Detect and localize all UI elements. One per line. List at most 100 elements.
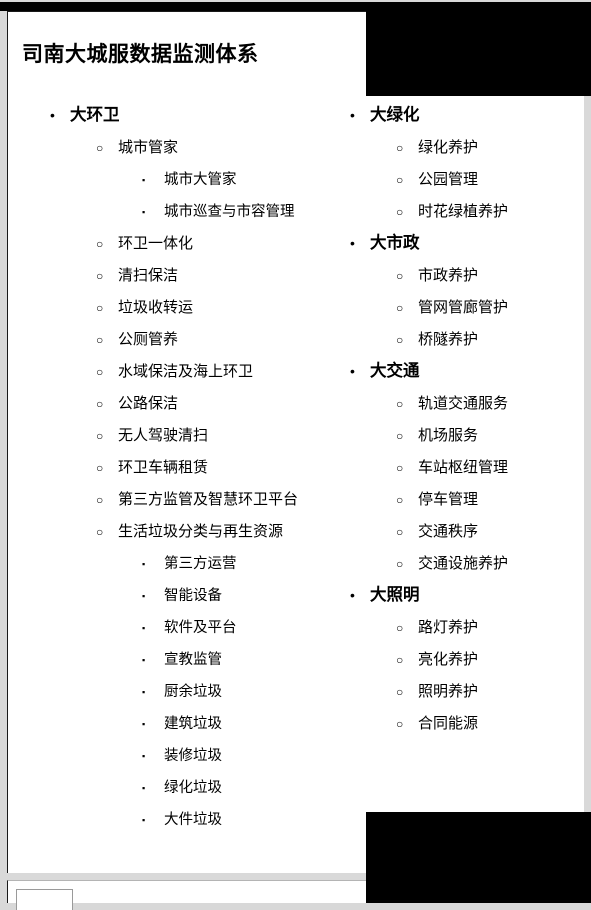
outline-item-level-3[interactable]: ▪ 第三方运营: [126, 548, 368, 580]
outline-item-label: 智能设备: [164, 588, 222, 604]
bullet-level-2-icon: ○: [96, 461, 104, 475]
outline-item-level-1[interactable]: • 大环卫: [38, 100, 368, 130]
outline-item-label: 亮化养护: [418, 651, 479, 668]
outline-item-level-3[interactable]: ▪ 城市大管家: [126, 164, 368, 196]
outline-item-label: 交通设施养护: [418, 555, 509, 572]
bullet-level-2-icon: ○: [96, 365, 104, 379]
outline-item-level-2[interactable]: ○ 合同能源: [382, 708, 578, 740]
outline-item-level-3[interactable]: ▪ 建筑垃圾: [126, 708, 368, 740]
outline-item-label: 大件垃圾: [164, 812, 222, 828]
outline-item-level-2[interactable]: ○ 第三方监管及智慧环卫平台: [82, 484, 368, 516]
outline-item-level-2[interactable]: ○ 交通秩序: [382, 516, 578, 548]
outline-item-label: 机场服务: [418, 427, 479, 444]
outline-item-level-2[interactable]: ○ 照明养护: [382, 676, 578, 708]
bullet-level-2-icon: ○: [396, 333, 404, 347]
outline-item-level-2[interactable]: ○ 垃圾收转运: [82, 292, 368, 324]
outline-item-label: 水域保洁及海上环卫: [118, 363, 254, 380]
outline-sublist-level-2: ○ 城市管家 ▪ 城市大管家 ▪ 城市巡查与市容管理 ○ 环卫一体化 ○ 清扫保洁 ○ 垃圾收转运 ○ 公…: [38, 132, 368, 836]
bullet-level-2-icon: ○: [96, 301, 104, 315]
outline-item-label: 管网管廊管护: [418, 299, 509, 316]
outline-item-label: 城市管家: [118, 139, 179, 156]
outline-item-level-2[interactable]: ○ 公路保洁: [82, 388, 368, 420]
bullet-level-2-icon: ○: [96, 429, 104, 443]
bullet-level-3-icon: ▪: [142, 175, 146, 185]
outline-item-level-1[interactable]: • 大绿化: [338, 100, 578, 130]
bullet-level-3-icon: ▪: [142, 815, 146, 825]
outline-item-level-2[interactable]: ○ 机场服务: [382, 420, 578, 452]
outline-item-level-3[interactable]: ▪ 宣教监管: [126, 644, 368, 676]
outline-item-level-2[interactable]: ○ 无人驾驶清扫: [82, 420, 368, 452]
outline-item-level-1[interactable]: • 大照明: [338, 580, 578, 610]
outline-item-level-1[interactable]: • 大交通: [338, 356, 578, 386]
outline-item-level-2[interactable]: ○ 水域保洁及海上环卫: [82, 356, 368, 388]
outline-item-level-2[interactable]: ○ 路灯养护: [382, 612, 578, 644]
outline-item-level-2[interactable]: ○ 亮化养护: [382, 644, 578, 676]
outline-item-level-3[interactable]: ▪ 城市巡查与市容管理: [126, 196, 368, 228]
outline-item-level-2[interactable]: ○ 环卫车辆租赁: [82, 452, 368, 484]
outline-sublist-level-3: ▪ 第三方运营 ▪ 智能设备 ▪ 软件及平台 ▪ 宣教监管 ▪ 厨余垃圾 ▪ 建筑垃圾 ▪ 装修垃圾 ▪ 绿化…: [82, 548, 368, 836]
outline-item-label: 桥隧养护: [418, 331, 479, 348]
outline-item-level-2[interactable]: ○ 公园管理: [382, 164, 578, 196]
occluding-panel-bottom-right: [366, 812, 591, 903]
outline-item-level-2[interactable]: ○ 城市管家: [82, 132, 368, 164]
bullet-level-2-icon: ○: [96, 397, 104, 411]
outline-sublist-level-2: ○ 市政养护 ○ 管网管廊管护 ○ 桥隧养护: [338, 260, 578, 356]
outline-item-label: 轨道交通服务: [418, 395, 509, 412]
bullet-level-2-icon: ○: [396, 653, 404, 667]
outline-item-level-3[interactable]: ▪ 大件垃圾: [126, 804, 368, 836]
outline-item-label: 环卫一体化: [118, 235, 194, 252]
outline-item-level-2[interactable]: ○ 绿化养护: [382, 132, 578, 164]
outline-item-level-2[interactable]: ○ 市政养护: [382, 260, 578, 292]
outline-item-level-3[interactable]: ▪ 智能设备: [126, 580, 368, 612]
outline-item-level-2[interactable]: ○ 生活垃圾分类与再生资源: [82, 516, 368, 548]
bullet-level-3-icon: ▪: [142, 207, 146, 217]
top-occluder-band: [0, 2, 591, 11]
outline-list-right: • 大绿化 ○ 绿化养护 ○ 公园管理 ○ 时花绿植养护 • 大市政 ○ 市政养护 ○ 管网管廊管护 ○ 桥隧…: [338, 100, 578, 740]
bullet-level-2-icon: ○: [396, 461, 404, 475]
outline-item-label: 大环卫: [70, 106, 120, 124]
outline-sublist-level-2: ○ 绿化养护 ○ 公园管理 ○ 时花绿植养护: [338, 132, 578, 228]
outline-item-level-2[interactable]: ○ 清扫保洁: [82, 260, 368, 292]
outline-item-label: 大交通: [370, 362, 420, 380]
outline-item-label: 路灯养护: [418, 619, 479, 636]
bullet-level-2-icon: ○: [396, 173, 404, 187]
outline-item-level-3[interactable]: ▪ 绿化垃圾: [126, 772, 368, 804]
outline-item-level-2[interactable]: ○ 桥隧养护: [382, 324, 578, 356]
outline-item-label: 城市大管家: [164, 172, 237, 188]
outline-item-level-3[interactable]: ▪ 装修垃圾: [126, 740, 368, 772]
outline-item-level-2[interactable]: ○ 交通设施养护: [382, 548, 578, 580]
page-content: 司南大城服数据监测体系 • 大环卫 ○ 城市管家 ▪ 城市大管家 ▪ 城市巡查与市容管理 ○ 环卫…: [8, 12, 584, 873]
bullet-level-2-icon: ○: [396, 525, 404, 539]
bullet-level-3-icon: ▪: [142, 783, 146, 793]
document-viewer[interactable]: 司南大城服数据监测体系 • 大环卫 ○ 城市管家 ▪ 城市大管家 ▪ 城市巡查与市容管理 ○ 环卫…: [0, 0, 591, 910]
outline-item-label: 清扫保洁: [118, 267, 179, 284]
bullet-level-2-icon: ○: [396, 301, 404, 315]
outline-item-label: 建筑垃圾: [164, 716, 222, 732]
outline-item-label: 公路保洁: [118, 395, 179, 412]
outline-item-label: 照明养护: [418, 683, 479, 700]
outline-item-level-2[interactable]: ○ 环卫一体化: [82, 228, 368, 260]
outline-item-label: 市政养护: [418, 267, 479, 284]
outline-item-level-3[interactable]: ▪ 软件及平台: [126, 612, 368, 644]
outline-item-label: 环卫车辆租赁: [118, 459, 209, 476]
outline-sublist-level-2: ○ 轨道交通服务 ○ 机场服务 ○ 车站枢纽管理 ○ 停车管理 ○ 交通秩序 ○ 交通设施养护: [338, 388, 578, 580]
outline-item-label: 城市巡查与市容管理: [164, 204, 295, 220]
bullet-level-2-icon: ○: [96, 237, 104, 251]
outline-item-level-2[interactable]: ○ 公厕管养: [82, 324, 368, 356]
outline-item-level-2[interactable]: ○ 停车管理: [382, 484, 578, 516]
bullet-level-3-icon: ▪: [142, 751, 146, 761]
outline-sublist-level-3: ▪ 城市大管家 ▪ 城市巡查与市容管理: [82, 164, 368, 228]
outline-item-level-2[interactable]: ○ 车站枢纽管理: [382, 452, 578, 484]
outline-item-level-2[interactable]: ○ 时花绿植养护: [382, 196, 578, 228]
bullet-level-2-icon: ○: [96, 269, 104, 283]
outline-item-level-2[interactable]: ○ 管网管廊管护: [382, 292, 578, 324]
outline-item-level-2[interactable]: ○ 轨道交通服务: [382, 388, 578, 420]
outline-sublist-level-2: ○ 路灯养护 ○ 亮化养护 ○ 照明养护 ○ 合同能源: [338, 612, 578, 740]
bullet-level-2-icon: ○: [396, 205, 404, 219]
outline-item-level-3[interactable]: ▪ 厨余垃圾: [126, 676, 368, 708]
outline-item-level-1[interactable]: • 大市政: [338, 228, 578, 258]
outline-item-label: 无人驾驶清扫: [118, 427, 209, 444]
bullet-level-2-icon: ○: [96, 493, 104, 507]
outline-item-label: 第三方监管及智慧环卫平台: [118, 491, 299, 508]
outline-item-label: 垃圾收转运: [118, 299, 194, 316]
